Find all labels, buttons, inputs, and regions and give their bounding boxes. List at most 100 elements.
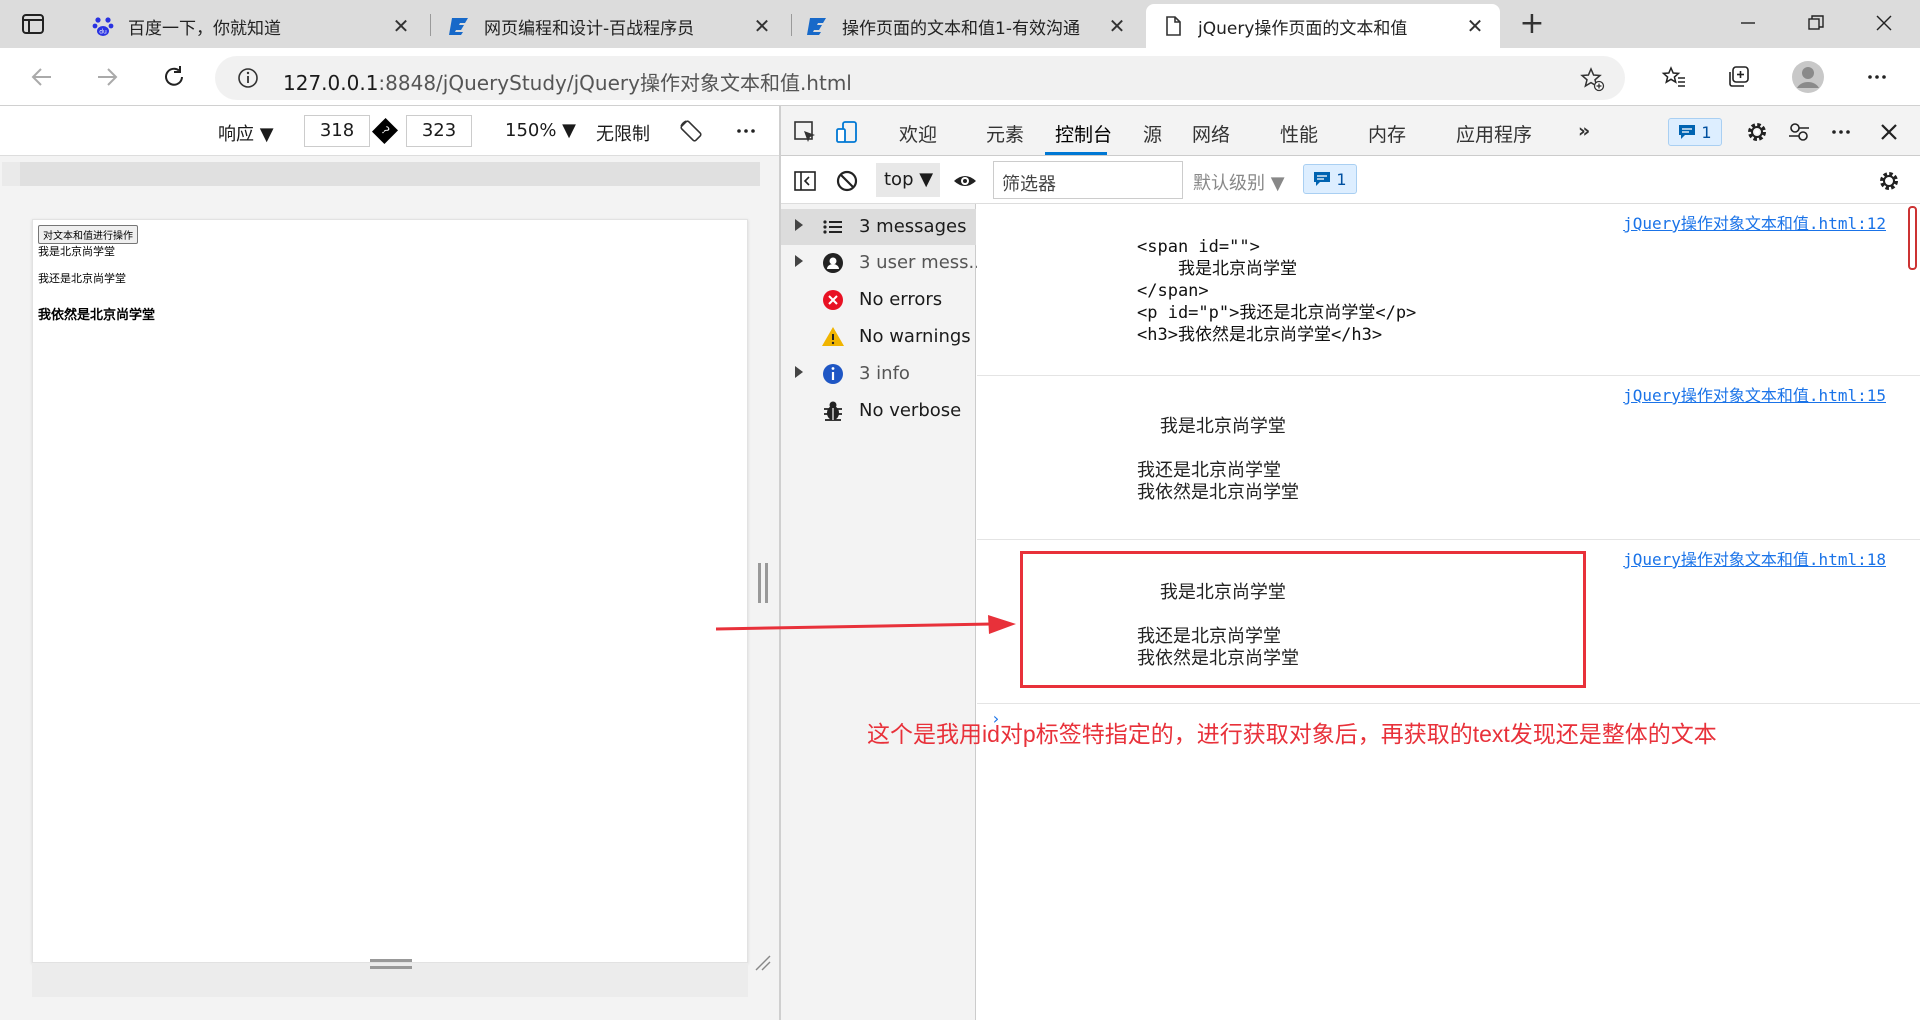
close-tab-icon[interactable]: ✕	[1106, 14, 1128, 38]
close-tab-icon[interactable]: ✕	[390, 14, 412, 38]
context-select[interactable]: top ▼	[876, 163, 940, 197]
baidu-paw-icon: du	[92, 15, 114, 37]
console-settings-gear-icon[interactable]	[1875, 167, 1903, 195]
new-tab-button[interactable]: +	[1517, 9, 1547, 40]
device-emulation-pane: 响应 ▼ 318 ? 323 150% ▼ 无限制 对文本和值进行操作 我是北京…	[0, 106, 780, 1020]
tab-application[interactable]: 应用程序	[1456, 120, 1532, 147]
operate-text-value-button[interactable]: 对文本和值进行操作	[38, 225, 138, 244]
tab-welcome[interactable]: 欢迎	[899, 120, 937, 147]
more-options-icon[interactable]	[733, 118, 759, 149]
eye-icon[interactable]	[951, 167, 979, 195]
tab-sources[interactable]: 源	[1143, 120, 1162, 147]
error-icon	[821, 288, 845, 312]
tab-baidu[interactable]: du 百度一下，你就知道 ✕	[76, 4, 426, 48]
sidebar-item-info[interactable]: 3 info	[781, 356, 976, 392]
issues-badge[interactable]: 1	[1668, 118, 1722, 146]
annotation-highlight-box	[1020, 551, 1586, 688]
tab-title: 网页编程和设计-百战程序员	[484, 18, 695, 39]
warning-icon	[821, 325, 845, 349]
responsive-mode-select[interactable]: 响应 ▼	[218, 120, 274, 146]
emulated-viewport: 对文本和值进行操作 我是北京尚学堂 我还是北京尚学堂 我依然是北京尚学堂	[32, 219, 748, 963]
tab-console[interactable]: 控制台	[1055, 120, 1112, 147]
throttling-select[interactable]: 无限制	[596, 120, 650, 146]
sidebar-item-user-messages[interactable]: 3 user mess...	[781, 245, 986, 281]
back-icon[interactable]	[25, 60, 59, 94]
active-tab-indicator	[1045, 152, 1107, 155]
viewport-width-resize-handle[interactable]	[758, 563, 768, 603]
bug-icon	[821, 399, 845, 423]
avatar[interactable]	[1791, 60, 1825, 94]
navigation-bar: 127.0.0.1:8848/jQueryStudy/jQuery操作对象文本和…	[0, 48, 1920, 106]
refresh-icon[interactable]	[157, 60, 191, 94]
gear-icon[interactable]	[1743, 118, 1771, 146]
annotation-arrow	[716, 615, 1016, 634]
source-link[interactable]: jQuery操作对象文本和值.html:15	[1623, 382, 1886, 406]
close-tab-icon[interactable]: ✕	[1464, 14, 1486, 38]
url-text[interactable]: 127.0.0.1:8848/jQueryStudy/jQuery操作对象文本和…	[283, 67, 852, 96]
close-devtools-icon[interactable]	[1875, 118, 1903, 146]
issues-count: 1	[1701, 122, 1712, 142]
console-message: jQuery操作对象文本和值.html:12 <span id=""> 我是北京…	[977, 204, 1920, 376]
expand-arrow-icon[interactable]	[795, 366, 803, 378]
console-filter-input[interactable]: 筛选器	[993, 161, 1183, 199]
tab-jquery-active[interactable]: jQuery操作页面的文本和值 ✕	[1146, 4, 1500, 48]
zoom-select[interactable]: 150% ▼	[505, 120, 576, 141]
sidebar-item-label: 3 messages	[859, 216, 967, 237]
user-icon	[821, 251, 845, 275]
expand-arrow-icon[interactable]	[795, 255, 803, 267]
sidebar-item-label: 3 info	[859, 363, 910, 384]
page-icon	[1162, 15, 1184, 37]
tab-memory[interactable]: 内存	[1368, 120, 1406, 147]
rotate-icon[interactable]	[678, 118, 704, 149]
viewport-corner-resize-icon[interactable]	[752, 952, 772, 972]
favorites-icon[interactable]	[1657, 60, 1691, 94]
device-emulation-icon[interactable]	[833, 118, 861, 146]
minimize-icon[interactable]	[1723, 6, 1773, 40]
close-tab-icon[interactable]: ✕	[751, 14, 773, 38]
tab-strip: du 百度一下，你就知道 ✕ 网页编程和设计-百战程序员 ✕ 操作页面的文本和值…	[0, 0, 1920, 48]
sidebar-item-label: No warnings	[859, 326, 971, 347]
sidebar-item-errors[interactable]: No errors	[781, 282, 976, 318]
sidebar-toggle-icon[interactable]	[791, 167, 819, 195]
tab-network[interactable]: 网络	[1192, 120, 1230, 147]
site-info-icon[interactable]	[237, 67, 259, 93]
customize-icon[interactable]	[1785, 118, 1813, 146]
source-link[interactable]: jQuery操作对象文本和值.html:12	[1623, 210, 1886, 234]
console-sidebar: 3 messages 3 user mess... No errors No w…	[781, 204, 986, 1020]
workspaces-icon[interactable]	[20, 12, 48, 36]
settings-more-icon[interactable]	[1860, 60, 1894, 94]
console-issues-badge[interactable]: 1	[1303, 164, 1357, 194]
address-bar[interactable]: 127.0.0.1:8848/jQueryStudy/jQuery操作对象文本和…	[215, 56, 1625, 100]
message-text: <span id=""> 我是北京尚学堂 </span> <p id="p">我…	[1137, 237, 1417, 345]
tab-bz-text-value[interactable]: 操作页面的文本和值1-有效沟通 ✕	[790, 4, 1142, 48]
collections-icon[interactable]	[1722, 60, 1756, 94]
restore-icon[interactable]	[1791, 6, 1841, 40]
more-tabs-icon[interactable]: »	[1578, 120, 1590, 142]
expand-arrow-icon[interactable]	[795, 219, 803, 231]
viewport-width-input[interactable]: 318	[304, 115, 370, 147]
message-icon	[1679, 125, 1696, 139]
viewport-height-input[interactable]: 323	[406, 115, 472, 147]
bz-logo-icon	[806, 15, 828, 37]
sidebar-item-verbose[interactable]: No verbose	[781, 393, 976, 429]
sidebar-item-warnings[interactable]: No warnings	[781, 319, 976, 355]
forward-icon[interactable]	[90, 60, 124, 94]
devtools-more-icon[interactable]	[1827, 118, 1855, 146]
inspect-element-icon[interactable]	[791, 118, 819, 146]
tab-performance[interactable]: 性能	[1280, 120, 1318, 147]
viewport-height-resize-handle[interactable]	[370, 959, 412, 969]
bz-logo-icon	[448, 15, 470, 37]
source-link[interactable]: jQuery操作对象文本和值.html:18	[1623, 546, 1886, 570]
console-scrollbar[interactable]	[1908, 206, 1917, 270]
info-icon	[821, 362, 845, 386]
sidebar-item-messages[interactable]: 3 messages	[781, 209, 976, 245]
page-span-text: 我是北京尚学堂	[38, 245, 115, 258]
annotation-text: 这个是我用id对p标签特指定的，进行获取对象后，再获取的text发现还是整体的文…	[867, 721, 1717, 747]
add-favorite-icon[interactable]	[1579, 66, 1605, 96]
clear-console-icon[interactable]	[833, 167, 861, 195]
log-level-select[interactable]: 默认级别 ▼	[1193, 169, 1285, 195]
tab-elements[interactable]: 元素	[986, 120, 1024, 147]
tab-bz-web[interactable]: 网页编程和设计-百战程序员 ✕	[432, 4, 787, 48]
swap-dimensions-icon[interactable]: ?	[371, 117, 399, 145]
close-window-icon[interactable]	[1859, 6, 1909, 40]
